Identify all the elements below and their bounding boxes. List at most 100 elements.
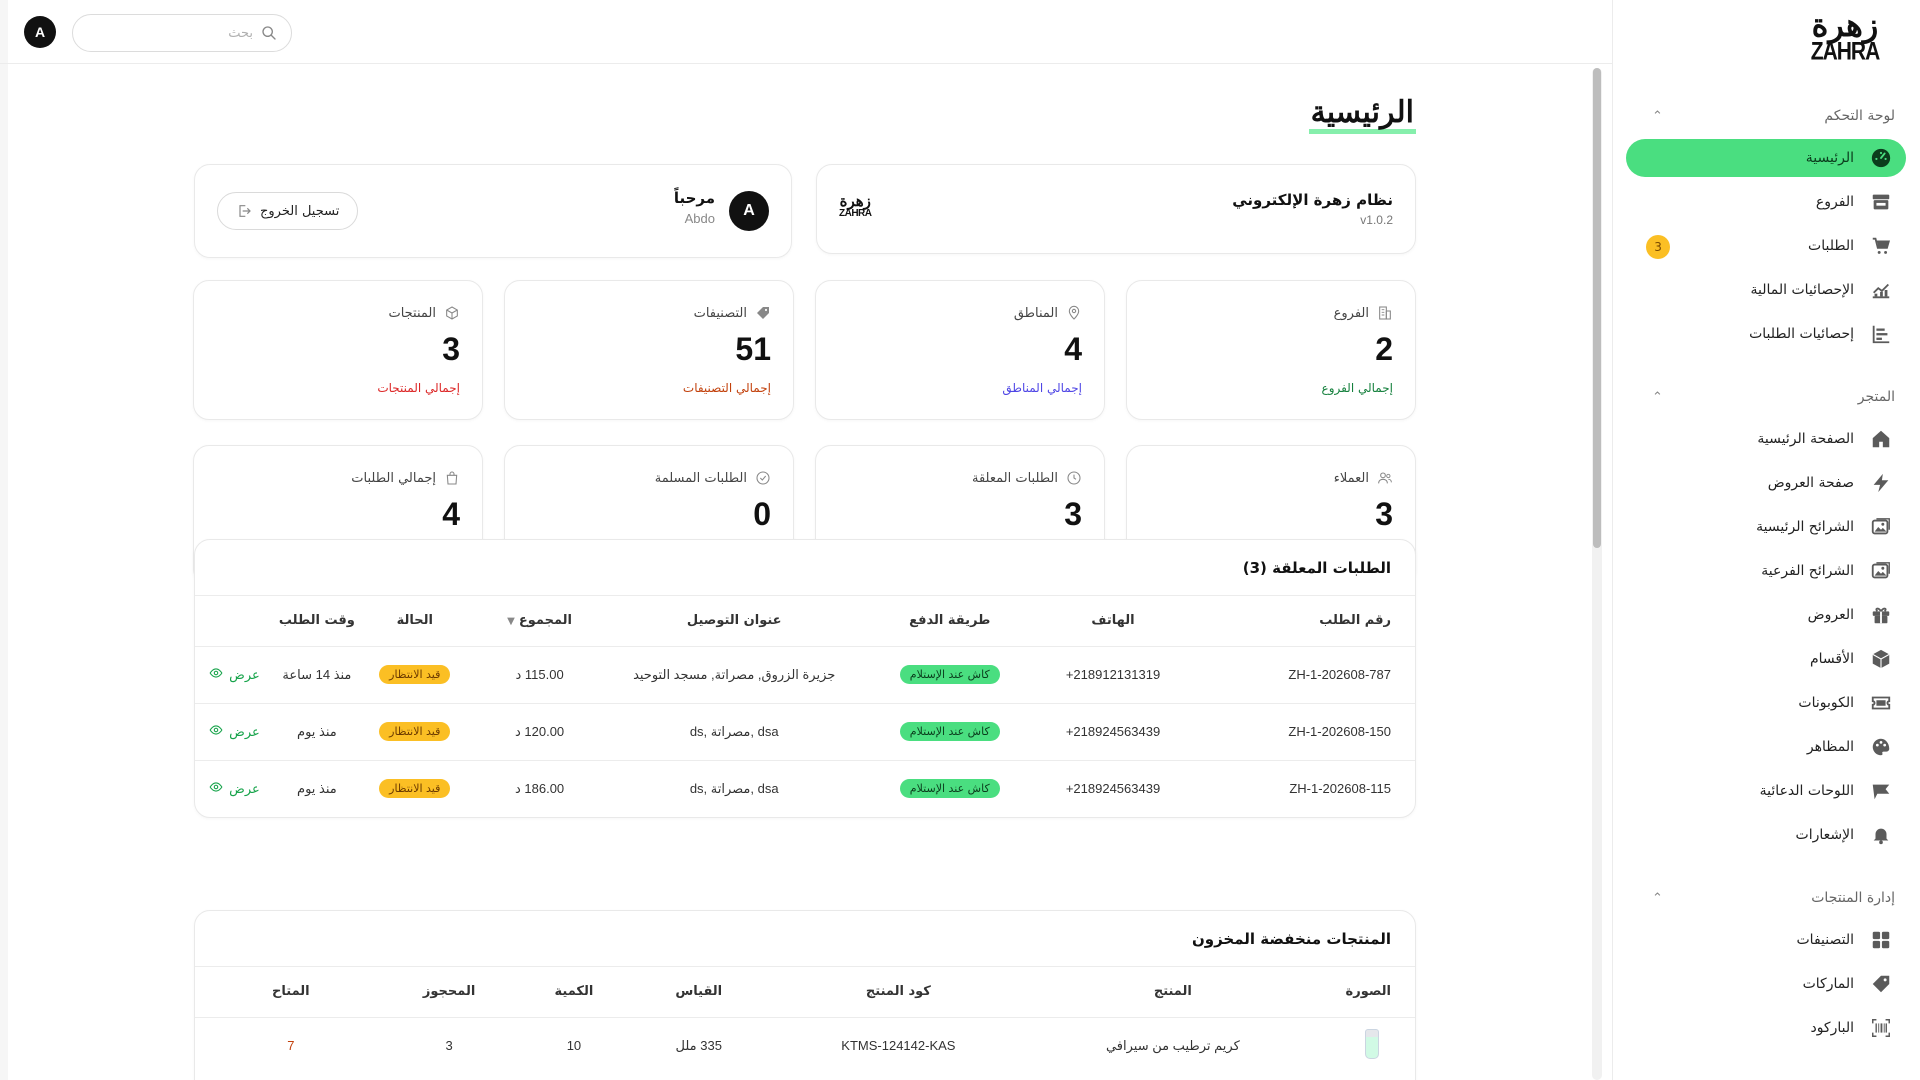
sidebar-item[interactable]: التصنيفات (1626, 921, 1906, 959)
sidebar-item-label: الماركات (1802, 976, 1854, 992)
view-order-link[interactable]: عرض (209, 723, 260, 740)
main-content: الرئيسية نظام زهرة الإلكتروني v1.0.2 زهر… (8, 64, 1588, 1080)
main-scrollbar[interactable] (1592, 68, 1602, 1080)
user-avatar-top[interactable]: A (24, 16, 56, 48)
status-badge: قيد الانتظار (379, 722, 451, 741)
table-row[interactable]: ZH-1-202608-115 +218924563439 كاش عند الإس… (195, 760, 1415, 817)
status-badge: قيد الانتظار (379, 779, 451, 799)
logo-english: ZAHRA (1810, 37, 1880, 65)
search-input[interactable] (83, 25, 253, 41)
sidebar-section-header[interactable]: المتجر ⌃ (1612, 377, 1920, 417)
payment-method: كاش عند الإستلام (858, 646, 1041, 704)
stat-card: التصنيفات 51 إجمالي التصنيفات (504, 280, 794, 420)
stat-value: 4 (442, 496, 460, 532)
sidebar-item[interactable]: الإحصائيات المالية (1626, 271, 1906, 309)
sidebar-item[interactable]: العروض (1626, 596, 1906, 634)
tag-icon (1868, 971, 1894, 997)
sidebar-item[interactable]: الشرائح الفرعية (1626, 552, 1906, 590)
stat-header: المنتجات (388, 305, 460, 321)
phone-number: +218924563439 (1040, 703, 1186, 761)
table-row[interactable]: كريم ترطيب من سيرافي KTMS-124142-KAS 335 م… (195, 1017, 1415, 1074)
sidebar-item[interactable]: صفحة العروض (1626, 464, 1906, 502)
phone-number: +218924563439 (1065, 781, 1161, 797)
sidebar-section-header[interactable]: إدارة المنتجات ⌃ (1612, 878, 1920, 918)
table-row[interactable]: ZH-1-202608-787 +218912131319 كاش عند الإس… (195, 646, 1415, 704)
delivery-address: dsa ,مصراتة ,ds (609, 703, 859, 761)
order-time: منذ يوم (297, 780, 337, 796)
sidebar-item[interactable]: الأقسام (1626, 640, 1906, 678)
sidebar-item[interactable]: الرئيسية (1626, 139, 1906, 177)
sidebar-item[interactable]: الفروع (1626, 183, 1906, 221)
actions-cell: عرض (195, 703, 274, 761)
order-id: ZH-1-202608-150 (1185, 703, 1415, 761)
sidebar-item[interactable]: المظاهر (1626, 728, 1906, 766)
user-avatar[interactable]: A (729, 191, 769, 231)
column-header[interactable]: المجموع▼ (469, 596, 610, 647)
chevron-up-icon[interactable]: ⌃ (1652, 891, 1663, 906)
finance-chart-icon (1868, 277, 1894, 303)
stat-label: الطلبات المعلقة (971, 470, 1058, 486)
sidebar-item-label: الطلبات (1808, 238, 1854, 254)
stat-subtitle: إجمالي المنتجات (377, 381, 460, 395)
order-id: ZH-1-202608-115 (1289, 781, 1391, 797)
scrollbar-thumb[interactable] (1593, 68, 1601, 548)
product-thumbnail[interactable] (1365, 1029, 1379, 1060)
sidebar-item[interactable]: الشرائح الرئيسية (1626, 508, 1906, 546)
stat-card: الفروع 2 إجمالي الفروع (1126, 280, 1416, 420)
system-version: v1.0.2 (1360, 213, 1393, 227)
column-header: الصورة (1310, 967, 1415, 1018)
sidebar-item[interactable]: اللوحات الدعائية (1626, 772, 1906, 810)
sidebar-item[interactable]: الإشعارات (1626, 816, 1906, 854)
order-time: منذ 14 ساعة (273, 646, 360, 704)
sidebar-item[interactable]: الكوبونات (1626, 684, 1906, 722)
product-name: كريم ترطيب من سيرافي (1105, 1037, 1240, 1053)
sidebar-item-label: التصنيفات (1796, 932, 1855, 948)
sidebar-item[interactable]: الباركود (1626, 1009, 1906, 1047)
stat-header: العملاء (1334, 470, 1393, 486)
box-icon (444, 305, 460, 321)
chevron-up-icon[interactable]: ⌃ (1652, 109, 1663, 124)
sidebar-item-label: اللوحات الدعائية (1759, 783, 1854, 799)
stat-header: التصنيفات (694, 305, 771, 321)
sidebar-item[interactable]: الماركات (1626, 965, 1906, 1003)
sidebar-item-label: صفحة العروض (1767, 475, 1854, 491)
logo-arabic: زهرة (1811, 5, 1879, 44)
column-header: المحجوز (386, 967, 512, 1018)
column-header: المنتج (1035, 967, 1311, 1018)
eye-icon (209, 780, 223, 797)
view-order-link[interactable]: عرض (209, 666, 260, 683)
barcode-icon (1868, 1015, 1894, 1041)
order-total: 120.00 د (469, 703, 610, 761)
order-time: منذ يوم (273, 703, 360, 761)
stat-value: 2 (1375, 331, 1393, 367)
sidebar: زهرة ZAHRA لوحة التحكم ⌃ الرئيسية الفروع الط… (1612, 0, 1920, 1080)
chevron-up-icon[interactable]: ⌃ (1652, 390, 1663, 405)
sidebar-section-header[interactable]: لوحة التحكم ⌃ (1612, 96, 1920, 136)
bar-list-icon (1868, 321, 1894, 347)
order-id: ZH-1-202608-787 (1185, 646, 1415, 704)
view-order-link[interactable]: عرض (209, 780, 260, 797)
greeting-text: مرحباً (673, 189, 715, 207)
actions-cell: عرض (195, 760, 274, 817)
user-name: Abdo (684, 211, 715, 226)
sidebar-item[interactable]: الطلبات 3 (1626, 227, 1906, 265)
palette-icon (1868, 734, 1894, 760)
logout-button[interactable]: تسجيل الخروج (217, 192, 359, 230)
sidebar-item[interactable]: إحصائيات الطلبات (1626, 315, 1906, 353)
sidebar-item-label: المظاهر (1806, 739, 1854, 755)
column-header: القياس (636, 967, 762, 1018)
column-header: الهاتف (1040, 596, 1186, 647)
ticket-icon (1868, 690, 1894, 716)
search-box[interactable] (72, 14, 292, 52)
grid-icon (1868, 927, 1894, 953)
tag-icon (755, 305, 771, 321)
phone-number: +218912131319 (1040, 646, 1186, 704)
brand-logo[interactable]: زهرة ZAHRA (1800, 5, 1890, 65)
order-total: 186.00 د (514, 780, 565, 796)
lightning-icon (1868, 470, 1894, 496)
table-row[interactable]: ZH-1-202608-150 +218924563439 كاش عند الإس… (195, 703, 1415, 761)
stat-value: 0 (753, 496, 771, 532)
sidebar-item-label: إحصائيات الطلبات (1749, 326, 1854, 342)
sort-chevron-icon[interactable]: ▼ (507, 616, 515, 627)
sidebar-item[interactable]: الصفحة الرئيسية (1626, 420, 1906, 458)
